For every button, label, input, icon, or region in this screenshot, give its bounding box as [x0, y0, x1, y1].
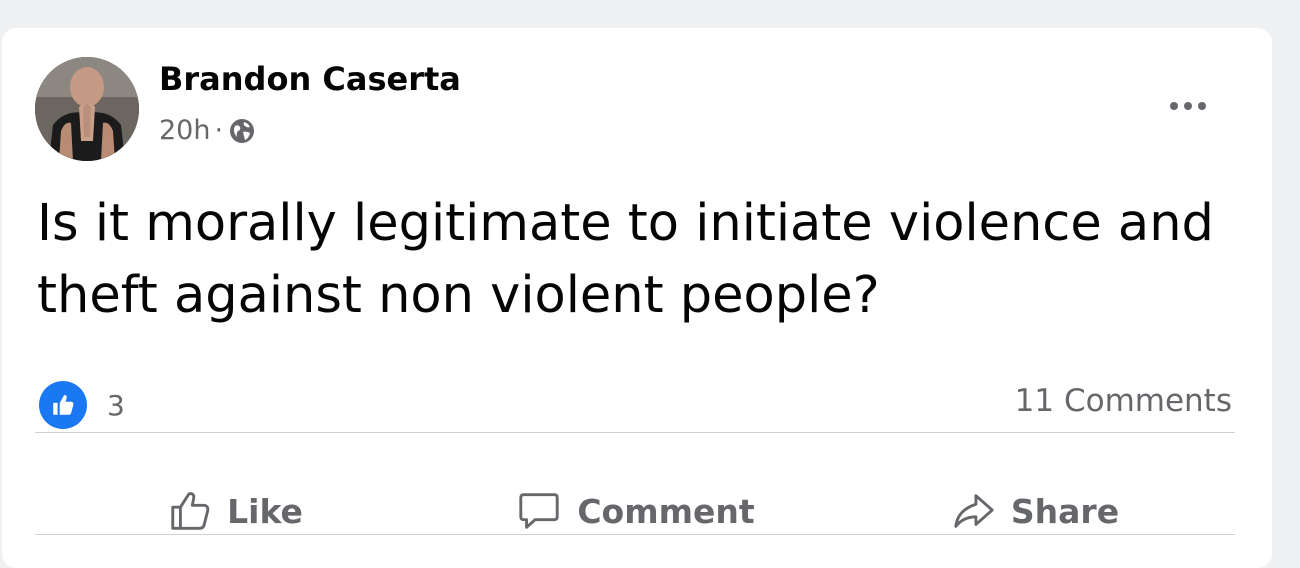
more-options-icon[interactable] — [1162, 88, 1214, 124]
avatar-photo — [35, 57, 139, 161]
post-text: Is it morally legitimate to initiate vio… — [37, 194, 1214, 325]
action-bar: Like Comment Share — [35, 461, 1235, 561]
comments-count[interactable]: 11 Comments — [1015, 383, 1232, 419]
meta-separator: · — [214, 115, 224, 146]
reactions-summary[interactable]: 3 — [39, 381, 125, 429]
post-meta: 20h · — [159, 115, 255, 146]
comment-icon — [519, 493, 559, 529]
comment-button[interactable]: Comment — [435, 461, 835, 561]
globe-icon[interactable] — [229, 118, 255, 144]
like-label: Like — [227, 491, 303, 531]
thumbs-up-icon — [171, 492, 210, 530]
share-arrow-icon — [954, 494, 994, 528]
reaction-count: 3 — [107, 388, 125, 422]
avatar[interactable] — [35, 57, 139, 161]
divider — [35, 534, 1235, 535]
comment-label: Comment — [577, 491, 755, 531]
share-label: Share — [1010, 491, 1120, 531]
like-reaction-icon — [39, 381, 87, 429]
post-time[interactable]: 20h — [159, 115, 210, 146]
like-button[interactable]: Like — [35, 461, 435, 561]
author-name[interactable]: Brandon Caserta — [159, 60, 461, 98]
divider — [35, 432, 1235, 433]
share-button[interactable]: Share — [835, 461, 1235, 561]
post-card: Brandon Caserta 20h · Is it morally legi… — [2, 28, 1272, 568]
